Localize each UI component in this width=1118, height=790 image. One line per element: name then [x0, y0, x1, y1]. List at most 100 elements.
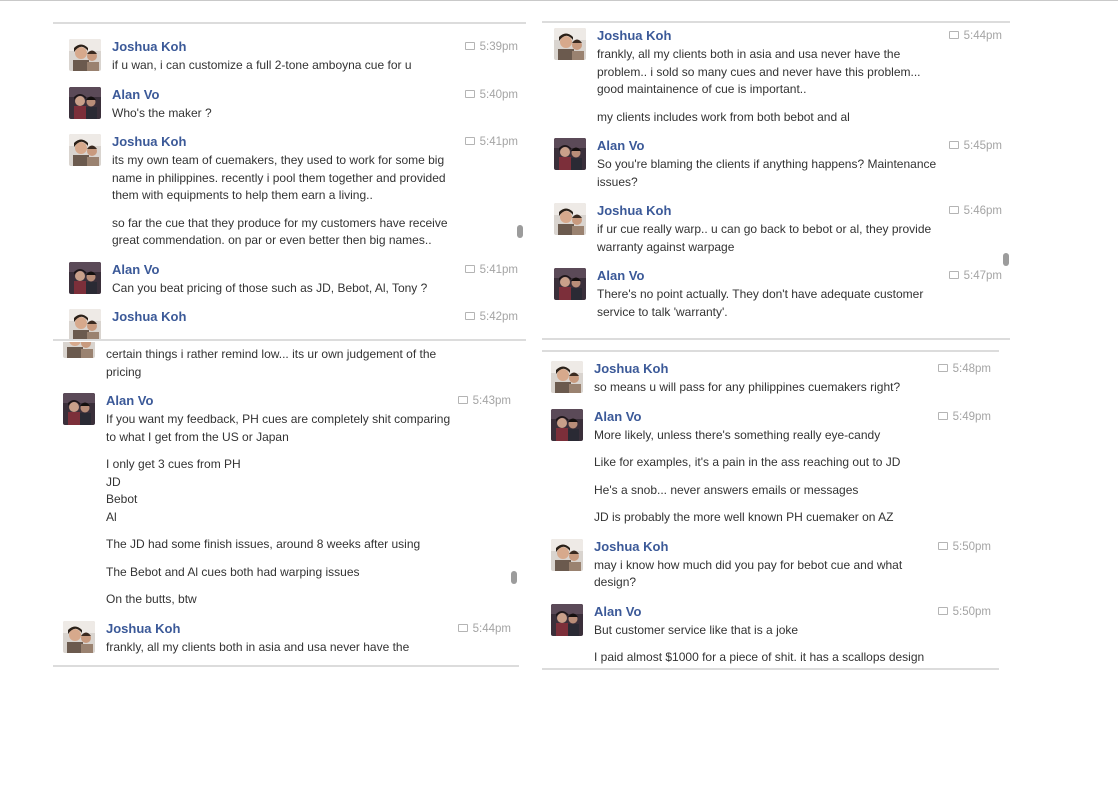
- sender-name[interactable]: Joshua Koh: [594, 539, 991, 555]
- message-text: Who's the maker ?: [112, 105, 212, 120]
- message-text: my clients includes work from both bebot…: [597, 109, 850, 124]
- chat-message: 5:46pm Joshua Koh if ur cue really warp.. …: [554, 203, 1010, 256]
- message-text: great commendation. on par or even bette…: [112, 233, 432, 247]
- sender-name[interactable]: Joshua Koh: [106, 621, 511, 637]
- sender-name[interactable]: Joshua Koh: [594, 361, 991, 377]
- message-text: The JD had some finish issues, around 8 …: [106, 537, 421, 551]
- message-bubble-icon: [464, 42, 475, 50]
- message-body: Joshua Koh if u wan, i can customize a fu…: [112, 39, 518, 75]
- sender-name[interactable]: Joshua Koh: [112, 309, 518, 325]
- timestamp: 5:45pm: [948, 139, 1002, 153]
- message-text: He's a snob... never answers emails or m…: [594, 482, 859, 497]
- sender-name[interactable]: Alan Vo: [597, 268, 1002, 284]
- sender-name[interactable]: Alan Vo: [112, 87, 518, 103]
- avatar[interactable]: [69, 86, 101, 119]
- message-text: design?: [594, 575, 637, 589]
- message-paragraph: my clients includes work from both bebot…: [597, 109, 1002, 127]
- message-body: Joshua Koh: [112, 309, 518, 325]
- sender-name[interactable]: Alan Vo: [594, 409, 991, 425]
- message-paragraph: If you want my feedback, PH cues are com…: [106, 411, 511, 446]
- message-text: More likely, unless there's something re…: [594, 427, 881, 442]
- message-text: I only get 3 cues from PH: [106, 457, 241, 471]
- timestamp: 5:41pm: [464, 135, 518, 149]
- alan-vo-photo: [63, 393, 95, 425]
- avatar[interactable]: [69, 261, 101, 294]
- message-body: Joshua Koh so means u will pass for any p…: [594, 361, 991, 397]
- message-text: JD: [106, 474, 121, 489]
- avatar[interactable]: [69, 134, 101, 166]
- timestamp-text: 5:49pm: [952, 410, 991, 423]
- avatar[interactable]: [554, 138, 586, 170]
- chat-message: 5:41pm Joshua Koh its my own team of cuema…: [69, 134, 526, 250]
- sender-name[interactable]: Alan Vo: [594, 604, 991, 620]
- avatar[interactable]: [551, 408, 583, 441]
- chat-message: certain things i rather remind low... it…: [63, 342, 519, 381]
- avatar[interactable]: [551, 361, 583, 393]
- chat-panel-3: 5:44pm Joshua Koh frankly, all my clients …: [542, 20, 1010, 341]
- joshua-koh-photo: [554, 28, 586, 60]
- message-body: certain things i rather remind low... it…: [106, 346, 511, 381]
- chat-message: 5:42pm Joshua Koh: [69, 309, 526, 341]
- panel-top-border: [542, 21, 1010, 23]
- alan-vo-photo: [554, 138, 586, 170]
- joshua-koh-photo: [63, 620, 95, 653]
- avatar[interactable]: [554, 203, 586, 235]
- timestamp-text: 5:50pm: [952, 605, 991, 618]
- message-list: 5:44pm Joshua Koh frankly, all my clients …: [542, 28, 1010, 333]
- message-body: Alan Vo But customer service like that is…: [594, 604, 991, 667]
- avatar[interactable]: [551, 603, 583, 636]
- avatar[interactable]: [63, 393, 95, 425]
- timestamp-text: 5:45pm: [963, 140, 1002, 152]
- joshua-koh-photo: [69, 134, 101, 166]
- message-text: Bebot: [106, 492, 138, 506]
- message-text: problem.. i sold so many cues and never …: [597, 64, 921, 79]
- sender-name[interactable]: Alan Vo: [112, 262, 518, 278]
- message-text: There's no point actually. They don't ha…: [597, 287, 924, 301]
- sender-name[interactable]: Joshua Koh: [112, 134, 518, 150]
- message-paragraph: The Bebot and Al cues both had warping i…: [106, 564, 511, 582]
- timestamp-text: 5:50pm: [952, 540, 991, 553]
- timestamp-text: 5:42pm: [479, 311, 518, 323]
- sender-name[interactable]: Alan Vo: [597, 138, 1002, 154]
- avatar[interactable]: [69, 39, 101, 71]
- message-text: if ur cue really warp.. u can go back to…: [597, 222, 932, 236]
- scrollbar-thumb[interactable]: [1003, 253, 1009, 266]
- chat-message: 5:41pm Alan Vo Can you beat pricing of tho…: [69, 261, 526, 298]
- timestamp-text: 5:44pm: [963, 30, 1002, 42]
- message-paragraph: so means u will pass for any philippines…: [594, 379, 991, 397]
- message-bubble-icon: [937, 364, 948, 372]
- timestamp-text: 5:41pm: [479, 136, 518, 148]
- timestamp: 5:46pm: [948, 204, 1002, 218]
- timestamp: 5:43pm: [457, 394, 511, 408]
- sender-name[interactable]: Alan Vo: [106, 393, 511, 409]
- avatar[interactable]: [554, 28, 586, 60]
- avatar[interactable]: [551, 538, 583, 571]
- message-text: issues?: [597, 174, 638, 189]
- avatar[interactable]: [69, 309, 101, 341]
- message-text: frankly, all my clients both in asia and…: [597, 47, 901, 61]
- sender-name[interactable]: Joshua Koh: [112, 39, 518, 55]
- message-body: Alan Vo Who's the maker ?: [112, 87, 518, 123]
- message-body: Joshua Koh may i know how much did you pa…: [594, 539, 991, 592]
- message-bubble-icon: [948, 31, 959, 39]
- avatar[interactable]: [63, 342, 95, 358]
- message-bubble-icon: [464, 137, 475, 145]
- message-paragraph: Like for examples, it's a pain in the as…: [594, 454, 991, 472]
- message-paragraph: may i know how much did you pay for bebo…: [594, 557, 991, 592]
- avatar[interactable]: [63, 620, 95, 653]
- message-bubble-icon: [937, 606, 948, 615]
- timestamp-text: 5:47pm: [963, 270, 1002, 282]
- sender-name[interactable]: Joshua Koh: [597, 28, 1002, 44]
- timestamp-text: 5:43pm: [472, 395, 511, 407]
- scrollbar-thumb[interactable]: [517, 225, 523, 238]
- message-body: Alan Vo More likely, unless there's somet…: [594, 409, 991, 527]
- joshua-koh-photo: [69, 39, 101, 71]
- avatar[interactable]: [554, 268, 586, 300]
- message-bubble-icon: [948, 271, 959, 279]
- message-bubble-icon: [464, 312, 475, 320]
- message-bubble-icon: [937, 541, 948, 550]
- message-text: if u wan, i can customize a full 2-tone …: [112, 58, 412, 72]
- scrollbar-thumb[interactable]: [511, 571, 517, 584]
- sender-name[interactable]: Joshua Koh: [597, 203, 1002, 219]
- timestamp-text: 5:39pm: [479, 41, 518, 53]
